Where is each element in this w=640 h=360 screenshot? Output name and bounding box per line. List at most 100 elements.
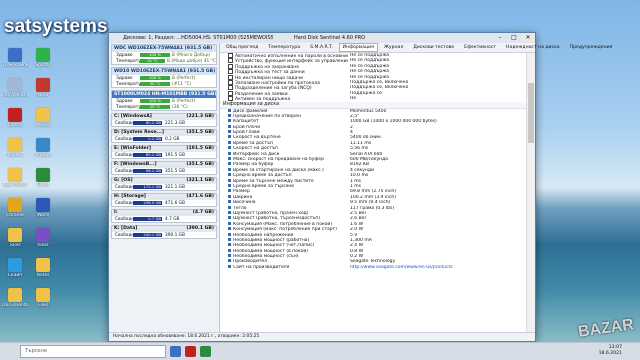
partition-size: (191.5 GB) (186, 146, 214, 151)
desktop-icon[interactable]: Media (30, 108, 56, 128)
vertical-scrollbar[interactable] (526, 53, 535, 333)
bazar-watermark: BAZAR (577, 316, 635, 341)
desktop-icon[interactable]: Скайп (2, 258, 28, 278)
info-label: Необходима мощност (чет./запис) (233, 243, 315, 249)
disk-list-pane: WDC WD10EZEX-75WN4A1 (931.5 GB) Здраве 100… (109, 43, 220, 333)
desktop-icon-image (36, 288, 50, 302)
desktop-icon[interactable]: Papers (2, 138, 28, 158)
feature-checkbox[interactable] (228, 58, 233, 64)
desktop-icon[interactable]: Word (30, 198, 56, 218)
info-bullet-icon (228, 178, 231, 182)
feature-checkbox[interactable] (228, 69, 233, 75)
feature-checkbox[interactable] (228, 74, 233, 80)
disk-item[interactable]: WD10 WD10EZEX-75WN4A1 (931.5 GB) Здраве 10… (111, 67, 217, 88)
desktop-icon[interactable]: Documents (2, 288, 28, 308)
partition-free-row: Свободни 85.2 GB 191.5 GB (112, 152, 216, 158)
desktop-icon[interactable]: Viber (30, 228, 56, 248)
desktop-icon[interactable]: Notes (30, 258, 56, 278)
file-explorer-icon[interactable] (170, 346, 181, 357)
title-bar[interactable]: Дискове: 1, Раздел: ...HD5004.HS: ST01M0… (109, 33, 535, 43)
toolbar-tab[interactable]: Надеждност на диска (502, 43, 564, 52)
partition-total: 321.1 GB (165, 184, 185, 190)
desktop-icon-image (36, 48, 50, 62)
free-label: Свободни (115, 184, 138, 190)
disk-item[interactable]: WDC WD10EZEX-75WN4A1 (931.5 GB) Здраве 100… (111, 44, 217, 65)
feature-checkbox[interactable] (228, 85, 233, 91)
watermark-text: satsystems (4, 16, 108, 37)
window-title: Дискове: 1, Раздел: ...HD5004.HS: ST01M0… (123, 35, 273, 41)
info-label: Средно време за достъп (233, 173, 292, 179)
desktop-icon-label: Documents (2, 303, 28, 308)
feature-checkbox[interactable] (228, 79, 233, 85)
desktop-icon-label: Скайп (7, 273, 23, 278)
toolbar-tab[interactable]: Дискови тестове (409, 43, 458, 52)
partition-name: G: [OS] (114, 178, 133, 183)
desktop-icon[interactable]: Този компютър (2, 48, 28, 68)
desktop-icon[interactable]: Spotify (30, 48, 56, 68)
toolbar-tab[interactable]: Общ преглед (222, 43, 262, 52)
manufacturer-link[interactable]: http://www.seagate.com/www/en-us/product… (348, 265, 453, 270)
partition-free-row: Свободни 0.2 GB 0.2 GB (112, 136, 216, 142)
feature-checkbox[interactable] (228, 96, 233, 102)
main-toolbar: Общ преглед Температура S.M.A.R.T. Информац… (219, 43, 612, 53)
info-label: Необходима мощност (работна) (233, 237, 310, 243)
partition-item[interactable]: F: [WindowsB...] (351.5 GB) Свободни 96.2 G… (111, 161, 217, 175)
search-input[interactable]: Търсене (20, 345, 166, 358)
desktop-icon[interactable]: Opera (2, 108, 28, 128)
disk-item[interactable]: ST1000LM024 HN-M101MBB (931.5 GB) Здраве 1… (111, 90, 217, 111)
desktop-icon[interactable]: Excel (30, 168, 56, 188)
toolbar-tab[interactable]: Ефективност (460, 43, 500, 52)
info-label: Брой плочи (233, 124, 261, 130)
disk-metric-row: Температура 31 °C B (Моде добре) 41 °C (112, 58, 216, 64)
desktop-icon-label: Opera (8, 123, 22, 128)
scrollbar-thumb[interactable] (528, 83, 534, 143)
info-value: 1000 GB (1000 x 1000 000 000 bytes) (350, 119, 437, 125)
clock[interactable]: 13:07 18.6.2021 (599, 345, 622, 357)
info-bullet-icon (228, 221, 231, 225)
feature-checkbox[interactable] (228, 63, 233, 69)
metric-label: Здраве (116, 52, 133, 58)
desktop-icon[interactable]: New folder (2, 168, 28, 188)
desktop-icon[interactable]: Recycle Bin (2, 78, 28, 98)
desktop-icon-label: Files (38, 303, 48, 308)
desktop-icon[interactable]: Nero (30, 78, 56, 98)
desktop-icon[interactable]: Tools (2, 228, 28, 248)
partition-item[interactable]: I: (4.7 GB) Свободни 0.7 GB 4.7 GB (111, 209, 217, 223)
toolbar-tab[interactable]: S.M.A.R.T. (306, 43, 337, 52)
partition-item[interactable]: H: [Storage] (471.6 GB) Свободни 258.5 GB 47… (111, 193, 217, 207)
feature-name: Активен за поддръжка (220, 96, 348, 102)
partition-size: (321.1 GB) (186, 178, 214, 183)
toolbar-tab[interactable]: Предупреждения (566, 43, 617, 52)
partition-item[interactable]: K: [Data] (390.1 GB) Свободни 240.1 GB 390.1… (111, 225, 217, 239)
partition-item[interactable]: E: [WinFolder] (191.5 GB) Свободни 85.2 GB 1… (111, 145, 217, 159)
maximize-button[interactable]: □ (507, 33, 521, 43)
info-label: Височина (233, 200, 256, 206)
close-button[interactable]: ✕ (521, 33, 535, 43)
info-label: Макс. скорост на предаване на буфер (233, 157, 324, 163)
info-bullet-icon (228, 248, 231, 252)
info-bullet-icon (228, 157, 231, 161)
desktop-icon-label: Excel (37, 183, 49, 188)
app-window[interactable]: Дискове: 1, Раздел: ...HD5004.HS: ST01M0… (108, 32, 612, 342)
info-label: Производител (233, 259, 268, 265)
app-icon[interactable] (200, 346, 211, 357)
toolbar-tab[interactable]: Информация (338, 43, 378, 52)
feature-checkbox[interactable] (228, 90, 233, 96)
toolbar-tab[interactable]: Журнал (380, 43, 407, 52)
feature-checkbox[interactable] (228, 53, 233, 58)
desktop-icon-label: Tools (9, 243, 21, 248)
desktop-icon[interactable]: Chrome (2, 198, 28, 218)
desktop-icon[interactable]: Files (30, 288, 56, 308)
partition-item[interactable]: C: [WindowsA] (221.3 GB) Свободни 60.2 GB 22… (111, 113, 217, 127)
desktop-icon[interactable]: Photos (30, 138, 56, 158)
info-label: Време за достъп (233, 140, 273, 146)
partition-item[interactable]: D: [System Rese...] (351.5 GB) Свободни 0.2… (111, 129, 217, 143)
browser-icon[interactable] (185, 346, 196, 357)
partition-item[interactable]: G: [OS] (321.1 GB) Свободни 172.1 GB 321.1 G… (111, 177, 217, 191)
minimize-button[interactable]: – (493, 33, 507, 43)
partition-total: 0.2 GB (165, 136, 180, 142)
desktop-icon-image (8, 48, 22, 62)
toolbar-tab[interactable]: Температура (264, 43, 304, 52)
free-label: Свободни (115, 120, 138, 126)
info-bullet-icon (228, 173, 231, 177)
